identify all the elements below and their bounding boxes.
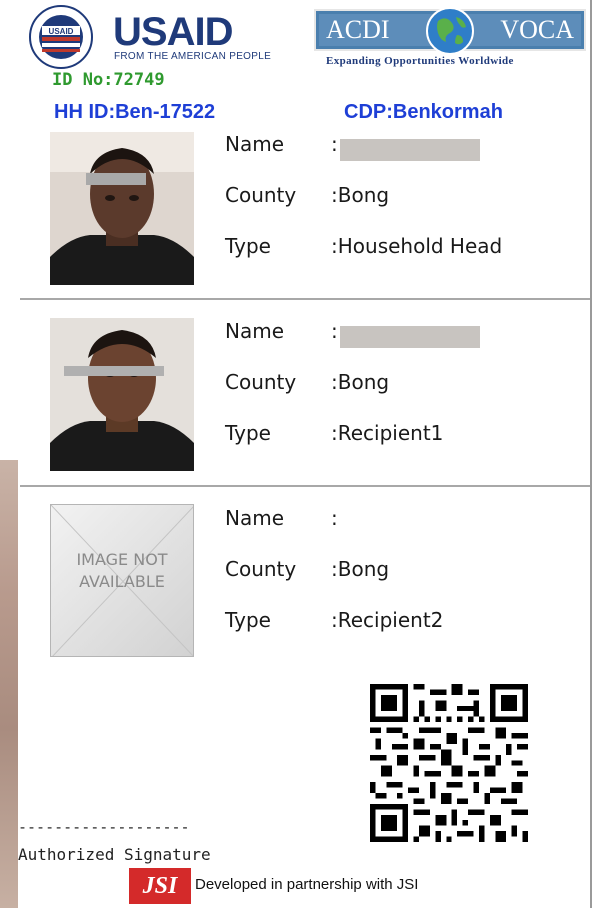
county-label: County <box>225 557 297 581</box>
person-household-head: Name : County :Bong Type :Household Head <box>20 128 590 298</box>
image-not-available-placeholder: IMAGE NOT AVAILABLE <box>50 504 194 657</box>
jsi-logo: JSI <box>129 868 191 904</box>
name-label: Name <box>225 319 285 343</box>
section-divider <box>20 298 590 300</box>
type-value: :Recipient2 <box>331 608 444 632</box>
usaid-seal-icon: USAID <box>29 5 93 69</box>
signature-label: Authorized Signature <box>18 845 211 864</box>
type-label: Type <box>225 234 271 258</box>
usaid-tagline: FROM THE AMERICAN PEOPLE <box>114 51 272 62</box>
voca-word: VOCA <box>500 15 574 44</box>
name-label: Name <box>225 132 285 156</box>
county-label: County <box>225 370 297 394</box>
county-value: :Bong <box>331 183 390 207</box>
id-card: USAID USAID FROM THE AMERICAN PEOPLE ACD… <box>18 0 592 908</box>
name-redaction <box>340 139 480 161</box>
person-recipient2: IMAGE NOT AVAILABLE Name : County :Bong … <box>20 502 590 672</box>
name-value: : <box>331 506 338 530</box>
type-label: Type <box>225 608 271 632</box>
type-value: :Household Head <box>331 234 503 258</box>
name-redaction <box>340 326 480 348</box>
county-value: :Bong <box>331 557 390 581</box>
county-value: :Bong <box>331 370 390 394</box>
person-recipient1: Name : County :Bong Type :Recipient1 <box>20 315 590 485</box>
usaid-logo: USAID FROM THE AMERICAN PEOPLE <box>113 12 308 64</box>
signature-line: ------------------- <box>18 818 190 836</box>
person-photo <box>50 318 194 471</box>
name-label: Name <box>225 506 285 530</box>
cdp-label: CDP:Benkormah <box>344 101 503 123</box>
partnership-text: Developed in partnership with JSI <box>195 876 419 893</box>
type-label: Type <box>225 421 271 445</box>
placeholder-text-line2: AVAILABLE <box>79 572 165 591</box>
acdi-word: ACDI <box>326 15 390 44</box>
globe-icon <box>426 7 474 55</box>
redaction-bar <box>64 366 164 376</box>
placeholder-text-line1: IMAGE NOT <box>76 550 168 569</box>
section-divider <box>20 485 590 487</box>
svg-text:USAID: USAID <box>49 27 74 36</box>
name-value: : <box>331 132 338 156</box>
usaid-wordmark: USAID <box>113 10 233 54</box>
household-id: HH ID:Ben-17522 <box>54 101 216 123</box>
county-label: County <box>225 183 297 207</box>
qr-code <box>370 684 528 842</box>
type-value: :Recipient1 <box>331 421 444 445</box>
name-value: : <box>331 319 338 343</box>
redaction-bar <box>86 173 146 185</box>
acdi-voca-logo: ACDI VOCA <box>314 7 586 55</box>
person-photo <box>50 132 194 285</box>
jsi-logo-text: JSI <box>142 873 178 899</box>
acdi-voca-tagline: Expanding Opportunities Worldwide <box>326 55 514 67</box>
id-number: ID No:72749 <box>52 70 165 90</box>
